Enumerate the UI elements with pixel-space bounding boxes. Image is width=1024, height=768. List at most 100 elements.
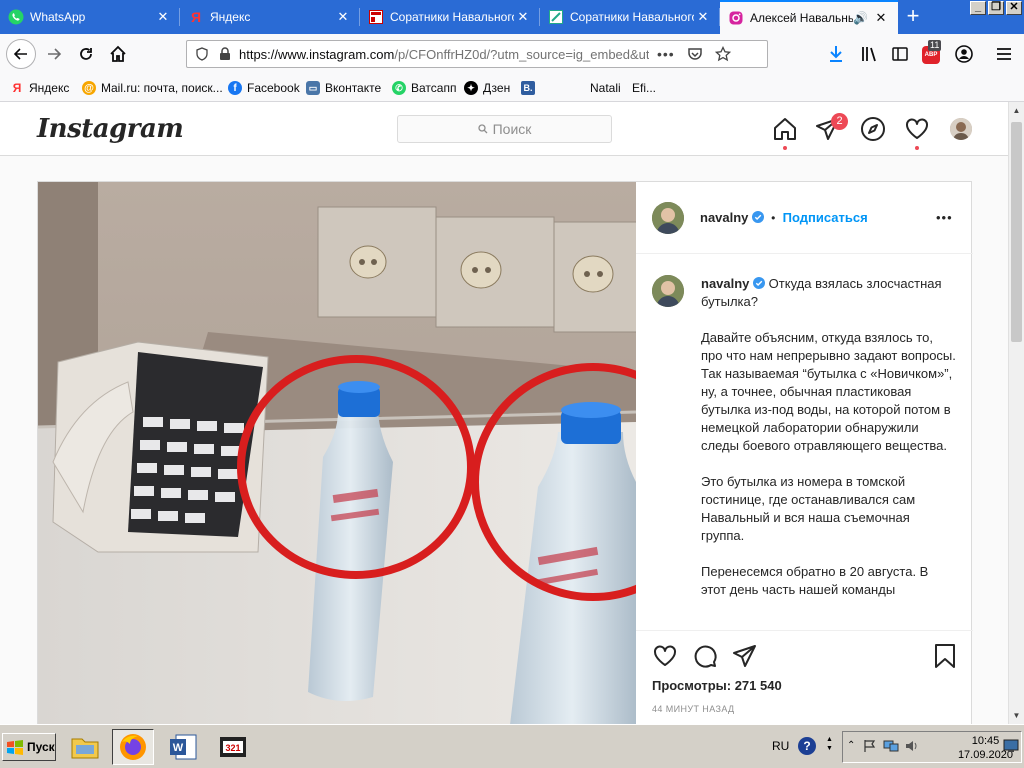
extension-badge: 11 [928,40,942,51]
start-button[interactable]: Пуск [2,733,56,761]
tab-yandex[interactable]: Я Яндекс ✕ [180,0,360,34]
adblock-button[interactable]: ABP 11 [918,40,946,68]
tab-navalny-news-1[interactable]: Соратники Навального ✕ [360,0,540,34]
taskbar-firefox[interactable] [112,729,154,765]
flag-icon[interactable] [863,739,877,753]
profile-avatar[interactable] [950,118,972,140]
sidebar-button[interactable] [886,40,914,68]
bookmark-label: Facebook [247,81,300,95]
instagram-post: navalny • Подписаться ••• navalny Откуда… [37,181,973,724]
bookmark-zen[interactable]: ✦ Дзен [464,79,510,97]
instagram-icon [728,10,744,26]
url-path: /p/CFOnffrHZ0d/?utm_source=ig_embed&utm_… [394,46,649,62]
bookmark-b[interactable]: B. [521,79,540,97]
close-window-button[interactable]: ✕ [1006,1,1022,15]
pocket-icon[interactable] [687,46,703,62]
yandex-icon: Я [12,81,22,95]
save-bookmark-icon[interactable] [932,643,958,669]
bookmark-facebook[interactable]: f Facebook [228,79,300,97]
new-tab-button[interactable]: + [900,4,926,30]
bookmark-whatsapp[interactable]: ✆ Ватсапп [392,79,456,97]
scroll-down-arrow-icon[interactable]: ▼ [1010,709,1023,722]
more-options-icon[interactable]: ••• [936,210,953,225]
account-button[interactable] [950,40,978,68]
shield-icon[interactable] [195,47,209,61]
search-placeholder: Поиск [492,121,532,137]
volume-icon[interactable] [905,739,919,753]
close-tab-icon[interactable]: ✕ [694,8,712,26]
page-scrollbar[interactable]: ▲ ▼ [1008,102,1024,724]
search-input[interactable]: Поиск [397,115,612,143]
scroll-up-arrow-icon[interactable]: ▲ [1010,104,1023,117]
tab-instagram-active[interactable]: Алексей Навальный 🔊 ✕ [720,0,898,34]
network-icon[interactable] [883,739,899,753]
close-tab-icon[interactable]: ✕ [872,9,890,27]
post-caption-area: navalny Откуда взялась злосчастная бутыл… [636,255,973,630]
tray-expand-icon[interactable]: ⌃ [847,740,855,751]
bookmark-mailru[interactable]: @ Mail.ru: почта, поиск... [82,79,223,97]
firefox-icon [120,734,146,760]
post-sidebar: navalny • Подписаться ••• navalny Откуда… [636,182,973,724]
language-indicator[interactable]: RU [772,739,789,753]
reload-button[interactable] [72,40,100,68]
restore-window-button[interactable]: ❐ [988,1,1004,15]
explore-icon[interactable] [860,116,886,142]
page-actions-icon[interactable]: ••• [657,46,675,62]
taskbar-explorer[interactable] [64,729,106,765]
bookmark-star-icon[interactable] [714,46,731,62]
bookmark-efi[interactable]: Efi... [632,79,656,97]
minimize-window-button[interactable]: _ [970,1,986,15]
caption-text: navalny Откуда взялась злосчастная бутыл… [701,275,956,617]
video-frame[interactable] [38,182,636,724]
home-notification-dot [783,146,787,150]
bookmark-label: Natali [590,81,621,95]
tab-title: Соратники Навального [570,10,694,24]
caption-paragraph: Перенесемся обратно в 20 августа. В этот… [701,564,929,597]
tab-whatsapp[interactable]: WhatsApp ✕ [0,0,180,34]
close-tab-icon[interactable]: ✕ [334,8,352,26]
taskbar-media-player[interactable]: 321 [212,729,254,765]
show-desktop-icon[interactable] [1003,739,1019,753]
help-icon[interactable]: ? [798,737,816,755]
home-button[interactable] [104,40,132,68]
heart-activity-icon[interactable] [904,116,930,142]
downloads-button[interactable] [822,40,850,68]
bookmark-vk[interactable]: ▭ Вконтакте [306,79,381,97]
tab-title: WhatsApp [30,10,86,24]
close-tab-icon[interactable]: ✕ [514,8,532,26]
forward-button[interactable] [40,40,68,68]
bookmark-yandex[interactable]: Я Яндекс [10,79,70,97]
like-heart-icon[interactable] [652,643,678,669]
windows-taskbar: Пуск W 321 RU ? ▲ ▼ ⌃ 10:45 17.09.2020 [0,724,1024,768]
speaker-icon[interactable]: 🔊 [853,11,868,25]
home-icon[interactable] [772,116,798,142]
views-count[interactable]: Просмотры: 271 540 [652,678,782,693]
follow-button[interactable]: Подписаться [783,210,868,225]
b-icon: B. [521,81,535,95]
menu-button[interactable] [990,40,1018,68]
close-tab-icon[interactable]: ✕ [154,8,172,26]
post-timestamp[interactable]: 44 МИНУТ НАЗАД [652,704,735,714]
taskbar-word[interactable]: W [162,729,204,765]
instagram-logo[interactable]: Instagram [37,114,184,144]
url-text[interactable]: https://www.instagram.com/p/CFOnffrHZ0d/… [239,47,649,62]
comment-icon[interactable] [692,643,718,669]
share-icon[interactable] [732,643,758,669]
address-bar[interactable]: https://www.instagram.com/p/CFOnffrHZ0d/… [186,40,768,68]
author-username[interactable]: navalny [700,210,748,225]
caption-paragraph: Это бутылка из номера в томской гостиниц… [701,474,916,543]
taskbar-scroll-arrows-icon[interactable]: ▲ ▼ [826,735,833,753]
tab-title: Яндекс [210,10,251,24]
tab-navalny-news-2[interactable]: Соратники Навального ✕ [540,0,720,34]
svg-text:W: W [173,742,184,754]
author-avatar[interactable] [652,202,684,234]
scrollbar-thumb[interactable] [1011,122,1022,342]
news-icon [368,9,384,25]
caption-username[interactable]: navalny [701,276,749,291]
back-button[interactable] [6,39,36,69]
bookmark-natali[interactable]: Natali [590,79,621,97]
library-icon [862,47,876,62]
caption-avatar[interactable] [652,275,684,307]
library-button[interactable] [856,40,884,68]
lock-icon[interactable] [219,47,231,61]
